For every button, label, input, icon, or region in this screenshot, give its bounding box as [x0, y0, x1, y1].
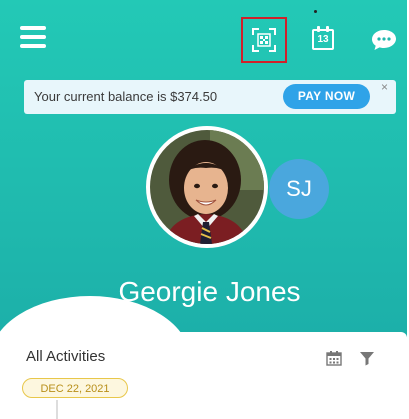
chat-icon — [372, 30, 396, 50]
close-icon[interactable]: × — [381, 80, 388, 94]
menu-icon[interactable] — [20, 26, 46, 48]
secondary-avatar-initials[interactable]: SJ — [269, 159, 329, 219]
qr-scan-button[interactable] — [241, 17, 287, 63]
pay-now-button[interactable]: PAY NOW — [283, 84, 370, 109]
status-dot — [314, 10, 317, 13]
activities-card — [8, 332, 407, 419]
balance-banner: Your current balance is $374.50 PAY NOW … — [24, 80, 396, 114]
app-screen: 13 Your current balance is $374.50 PAY N… — [0, 0, 409, 419]
calendar-day: 13 — [317, 34, 329, 45]
date-chip: DEC 22, 2021 — [22, 378, 128, 398]
qr-scan-icon — [252, 28, 276, 52]
filter-icon[interactable] — [359, 350, 375, 366]
calendar-icon[interactable] — [326, 350, 342, 366]
chat-button[interactable] — [371, 29, 397, 51]
timeline-line — [56, 400, 58, 419]
profile-photo[interactable] — [146, 126, 268, 248]
calendar-button[interactable]: 13 — [312, 26, 336, 52]
balance-text: Your current balance is $374.50 — [34, 89, 218, 104]
child-name: Georgie Jones — [118, 276, 301, 307]
activities-title: All Activities — [26, 348, 106, 365]
